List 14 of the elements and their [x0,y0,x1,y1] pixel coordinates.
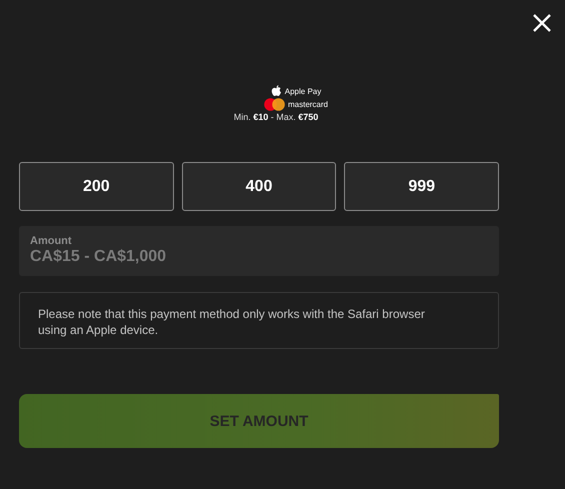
payment-method-label: Apple Pay [284,86,322,96]
apple-icon [270,85,282,97]
notice-text: Please note that this payment method only works with the Safari browser using an Apple device. [19,292,499,349]
close-icon [532,13,552,33]
preset-amount-button[interactable]: 400 [182,162,336,211]
payment-method-label: mastercard [288,100,328,108]
field-label: Amount [30,235,73,247]
amount-input[interactable]: CA$15 - CA$1,000 [30,248,488,266]
preset-amount-button[interactable]: 999 [344,162,499,211]
close-button[interactable] [531,12,553,34]
preset-amount-button[interactable]: 200 [19,162,174,211]
limits-text: Min. €10 - Max. €750 [234,112,318,122]
amount-field[interactable]: Amount CA$15 - CA$1,000 [19,226,499,276]
mastercard-icon [264,98,285,110]
